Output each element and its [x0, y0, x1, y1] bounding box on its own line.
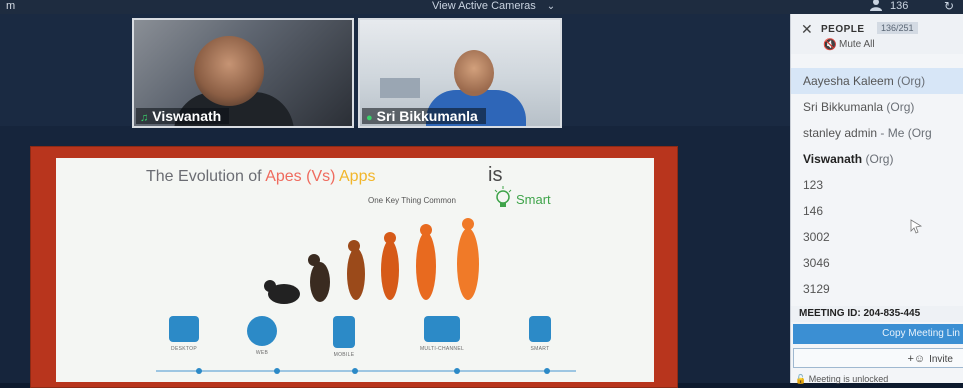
smartwatch-icon: [529, 316, 551, 342]
channel-item: WEB: [232, 316, 292, 356]
mic-active-icon: ♫: [140, 112, 149, 124]
invite-label: Invite: [929, 354, 953, 365]
participant-name: 3129: [803, 282, 830, 296]
participant-row[interactable]: 3002: [791, 224, 963, 250]
participant-name: 146: [803, 204, 824, 218]
top-bar: m View Active Cameras ⌄ 136 ↻: [0, 0, 963, 14]
channel-label: MOBILE: [333, 352, 355, 358]
mute-all-icon[interactable]: 🔇: [823, 38, 837, 51]
view-active-cameras-dropdown[interactable]: View Active Cameras ⌄: [432, 0, 555, 13]
slide-title: The Evolution of Apes (Vs) Apps is: [146, 164, 502, 186]
copy-meeting-link-button[interactable]: Copy Meeting Lin: [793, 324, 963, 344]
window-title-fragment: m: [6, 0, 16, 12]
mouse-pointer-icon: [910, 219, 923, 234]
channel-item: SMART: [510, 316, 570, 352]
participant-tag: (Org): [897, 74, 926, 88]
participant-name: Sri Bikkumanla: [803, 100, 884, 114]
participant-tag: - Me (Org: [880, 126, 932, 140]
user-icon[interactable]: [868, 0, 884, 12]
slide-smart-label: Smart: [516, 192, 551, 207]
mobile-icon: [333, 316, 355, 348]
participant-list[interactable]: Aayesha Kaleem (Org) Sri Bikkumanla (Org…: [791, 68, 963, 302]
participant-count: 136: [890, 0, 909, 12]
video-person-face: [194, 36, 264, 106]
mic-active-icon: ●: [366, 112, 373, 124]
multichannel-icon: [424, 316, 460, 342]
participant-tag: (Org): [865, 152, 894, 166]
channel-icons: DESKTOP WEB MOBILE MULTI-CHANNEL SMART: [154, 316, 574, 376]
participant-name: 3002: [803, 230, 830, 244]
video-person-face: [454, 50, 494, 96]
channel-label: SMART: [530, 346, 550, 352]
camera-name-label: ● Sri Bikkumanla: [362, 108, 486, 124]
participant-name: 3046: [803, 256, 830, 270]
channel-label: DESKTOP: [171, 346, 197, 352]
meeting-lock-status: 🔓 Meeting is unlocked: [795, 374, 888, 385]
camera-name: Viswanath: [152, 108, 222, 124]
people-count-badge: 136/251: [877, 22, 918, 34]
people-title: PEOPLE: [821, 24, 865, 35]
camera-name-label: ♫ Viswanath: [136, 108, 230, 124]
people-panel-header: ✕ PEOPLE 136/251 🔇 Mute All: [791, 14, 963, 54]
globe-icon: [247, 316, 277, 346]
meeting-id: MEETING ID: 204-835-445: [791, 306, 963, 322]
participant-name: Aayesha Kaleem: [803, 74, 894, 88]
invite-button[interactable]: +☺ Invite: [793, 348, 963, 368]
slide-title-apps: Apps: [339, 168, 376, 185]
slide-title-apes: Apes: [265, 168, 302, 185]
slide-subtitle: One Key Thing Common: [368, 196, 456, 205]
participant-name: Viswanath: [803, 152, 863, 166]
participant-row[interactable]: Sri Bikkumanla (Org): [791, 94, 963, 120]
shared-slide: The Evolution of Apes (Vs) Apps is One K…: [56, 158, 654, 382]
wall-picture: [380, 78, 420, 98]
channel-label: WEB: [255, 350, 269, 356]
add-person-icon: +☺: [907, 353, 926, 365]
slide-title-is: is: [488, 164, 503, 186]
participant-row[interactable]: 3046: [791, 250, 963, 276]
people-panel: ✕ PEOPLE 136/251 🔇 Mute All Aayesha Kale…: [790, 14, 963, 385]
participant-name: stanley admin: [803, 126, 878, 140]
slide-title-text: The Evolution of: [146, 168, 266, 185]
desktop-icon: [169, 316, 199, 342]
participant-row[interactable]: Aayesha Kaleem (Org): [791, 68, 963, 94]
camera-tile[interactable]: ● Sri Bikkumanla: [358, 18, 562, 128]
refresh-icon[interactable]: ↻: [944, 0, 954, 12]
lightbulb-icon: [494, 186, 512, 207]
evolution-illustration: [264, 218, 479, 304]
channel-label: MULTI-CHANNEL: [419, 346, 465, 352]
close-icon[interactable]: ✕: [801, 21, 813, 38]
slide-title-vs: (Vs): [306, 168, 336, 185]
participant-name: 123: [803, 178, 824, 192]
participant-row[interactable]: 3129: [791, 276, 963, 302]
camera-tile[interactable]: ♫ Viswanath: [132, 18, 354, 128]
view-active-cameras-label: View Active Cameras: [432, 0, 536, 12]
chevron-down-icon: ⌄: [546, 1, 556, 12]
participant-row[interactable]: 146: [791, 198, 963, 224]
channel-item: DESKTOP: [154, 316, 214, 352]
camera-name: Sri Bikkumanla: [376, 108, 478, 124]
mute-all-button[interactable]: Mute All: [839, 39, 875, 50]
participant-row[interactable]: 123: [791, 172, 963, 198]
participant-row[interactable]: Viswanath (Org): [791, 146, 963, 172]
meeting-stage: ♫ Viswanath ● Sri Bikkumanla The Evolution…: [0, 14, 790, 388]
channel-item: MULTI-CHANNEL: [412, 316, 472, 352]
participant-tag: (Org): [886, 100, 915, 114]
channel-item: MOBILE: [314, 316, 374, 358]
participant-row[interactable]: stanley admin - Me (Org: [791, 120, 963, 146]
